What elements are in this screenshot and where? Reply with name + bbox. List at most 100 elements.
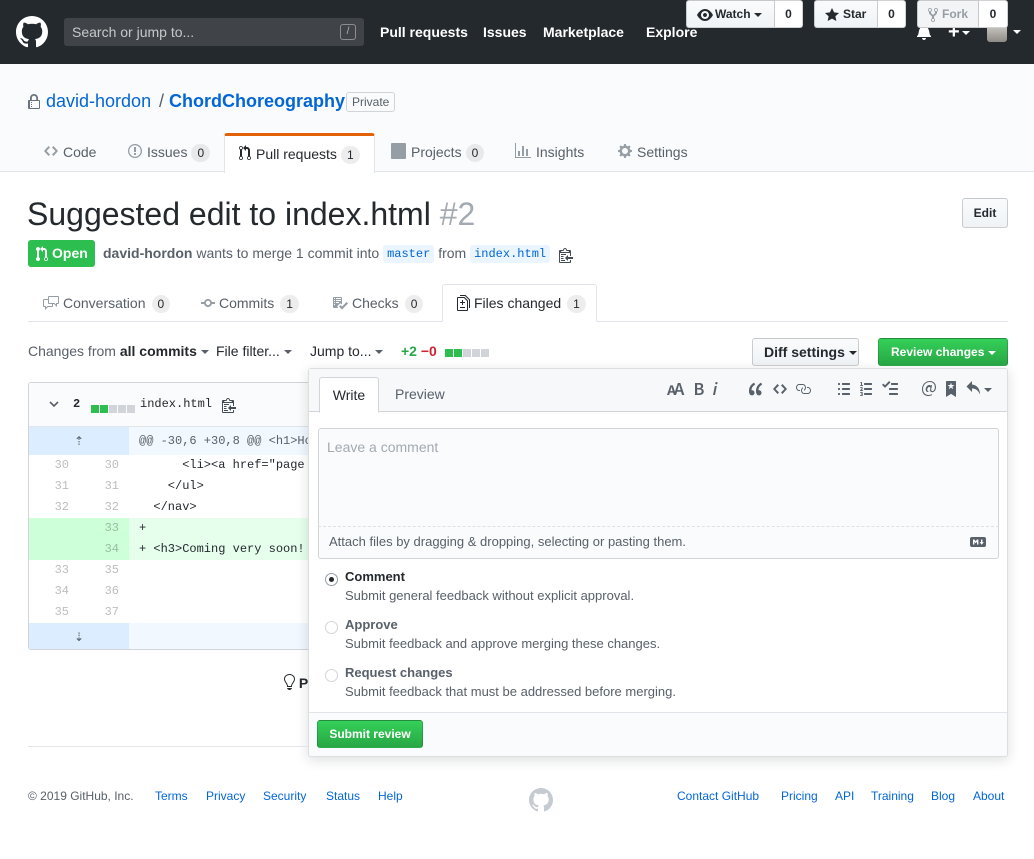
attach-files-area[interactable]: Attach files by dragging & dropping, sel…	[318, 527, 999, 559]
expand-up-icon[interactable]: ⇡	[29, 427, 129, 455]
tab-insights[interactable]: Insights	[515, 133, 584, 172]
radio-request-changes[interactable]	[325, 669, 338, 682]
new-line-number[interactable]: 30	[79, 455, 129, 476]
github-logo-icon[interactable]	[16, 16, 48, 48]
tab-issues-count: 0	[191, 144, 211, 162]
base-branch-label[interactable]: master	[383, 245, 435, 263]
fork-button[interactable]: Fork	[917, 0, 979, 28]
footer-link-help[interactable]: Help	[378, 789, 403, 803]
new-line-number[interactable]: 31	[79, 476, 129, 497]
pr-author-link[interactable]: david-hordon	[103, 245, 192, 261]
tab-projects[interactable]: Projects 0	[391, 133, 485, 172]
new-line-number[interactable]: 36	[79, 581, 129, 602]
old-line-number[interactable]: 31	[29, 476, 79, 497]
old-line-number[interactable]: 35	[29, 602, 79, 623]
search-input[interactable]: Search or jump to... /	[64, 18, 364, 46]
radio-approve[interactable]	[325, 621, 338, 634]
submit-review-button[interactable]: Submit review	[317, 720, 423, 748]
footer-link-training[interactable]: Training	[871, 789, 914, 803]
footer-link-blog[interactable]: Blog	[931, 789, 955, 803]
tab-issues[interactable]: Issues 0	[128, 133, 211, 172]
collapse-chevron-icon[interactable]	[49, 399, 59, 409]
quote-icon[interactable]	[749, 381, 763, 397]
hunk-header-row: ⇡ @@ -30,6 +30,8 @@ <h1>Ho	[29, 427, 327, 455]
head-branch-label[interactable]: index.html	[470, 245, 551, 263]
radio-comment[interactable]	[325, 573, 338, 586]
footer-link-pricing[interactable]: Pricing	[781, 789, 818, 803]
protip: P	[283, 674, 308, 691]
new-line-number[interactable]: 32	[79, 497, 129, 518]
tab-commits[interactable]: Commits 1	[201, 284, 299, 322]
clipboard-icon[interactable]	[222, 397, 236, 413]
lock-icon	[28, 94, 40, 110]
star-button[interactable]: Star	[814, 0, 878, 28]
file-filter-dropdown[interactable]: File filter...	[216, 343, 292, 359]
footer-link-contact[interactable]: Contact GitHub	[677, 789, 759, 803]
watch-count[interactable]: 0	[775, 0, 803, 28]
link-icon[interactable]	[795, 381, 811, 397]
old-line-number[interactable]: 30	[29, 455, 79, 476]
ordered-list-icon[interactable]	[860, 381, 873, 397]
comment-textarea[interactable]: Leave a comment	[318, 428, 999, 527]
fork-label: Fork	[942, 7, 969, 21]
watch-button[interactable]: Watch	[686, 0, 775, 28]
old-line-number[interactable]	[29, 518, 79, 539]
new-line-number[interactable]: 35	[79, 560, 129, 581]
old-line-number[interactable]	[29, 539, 79, 560]
tab-settings[interactable]: Settings	[618, 133, 688, 172]
footer-link-api[interactable]: API	[835, 789, 854, 803]
changes-from-dropdown[interactable]: Changes from all commits	[28, 343, 209, 359]
diff-line-code	[129, 560, 327, 581]
text-size-icon[interactable]	[667, 381, 685, 397]
expand-down-icon[interactable]: ⇣	[29, 623, 129, 649]
new-line-number[interactable]: 33	[79, 518, 129, 539]
footer-link-security[interactable]: Security	[263, 789, 306, 803]
code-icon[interactable]	[773, 381, 787, 397]
jump-to-dropdown[interactable]: Jump to...	[310, 343, 384, 359]
footer-divider	[28, 746, 308, 747]
reply-icon[interactable]	[966, 381, 992, 397]
file-name-link[interactable]: index.html	[140, 397, 212, 411]
tab-conversation[interactable]: Conversation 0	[43, 284, 171, 322]
old-line-number[interactable]: 33	[29, 560, 79, 581]
tab-preview[interactable]: Preview	[395, 377, 445, 411]
repo-name-link[interactable]: ChordChoreography	[169, 91, 345, 112]
tab-pull-requests-count: 1	[340, 146, 360, 164]
nav-pull-requests[interactable]: Pull requests	[380, 24, 468, 40]
repo-owner-link[interactable]: david-hordon	[46, 91, 151, 112]
new-line-number[interactable]: 37	[79, 602, 129, 623]
diff-line-added: 34 + <h3>Coming very soon!	[29, 539, 327, 560]
nav-issues[interactable]: Issues	[483, 24, 527, 40]
tab-code[interactable]: Code	[44, 133, 96, 172]
git-pull-request-icon	[239, 145, 251, 160]
footer-link-about[interactable]: About	[973, 789, 1004, 803]
footer-link-terms[interactable]: Terms	[155, 789, 188, 803]
old-line-number[interactable]: 34	[29, 581, 79, 602]
review-changes-button[interactable]: Review changes	[878, 338, 1008, 366]
nav-marketplace[interactable]: Marketplace	[543, 24, 624, 40]
italic-icon[interactable]	[712, 381, 718, 397]
edit-title-button[interactable]: Edit	[962, 198, 1008, 228]
clipboard-icon[interactable]	[559, 247, 573, 263]
mention-icon[interactable]	[922, 381, 936, 397]
tab-files-changed-label: Files changed	[474, 295, 562, 311]
tab-files-changed[interactable]: Files changed 1	[442, 284, 597, 322]
task-list-icon[interactable]	[882, 381, 898, 397]
bold-icon[interactable]	[694, 381, 704, 397]
star-count[interactable]: 0	[878, 0, 906, 28]
bookmark-icon[interactable]	[946, 381, 956, 397]
diff-settings-button[interactable]: Diff settings	[752, 338, 859, 366]
markdown-icon[interactable]	[970, 537, 986, 547]
light-bulb-icon	[283, 674, 295, 690]
tab-checks[interactable]: Checks 0	[332, 284, 424, 322]
diff-line-code: </ul>	[139, 479, 204, 493]
footer-link-privacy[interactable]: Privacy	[206, 789, 245, 803]
tab-pull-requests[interactable]: Pull requests 1	[224, 133, 375, 173]
unordered-list-icon[interactable]	[838, 381, 850, 397]
new-line-number[interactable]: 34	[79, 539, 129, 560]
old-line-number[interactable]: 32	[29, 497, 79, 518]
github-mark-icon[interactable]	[529, 788, 553, 812]
tab-write[interactable]: Write	[319, 377, 379, 413]
fork-count[interactable]: 0	[979, 0, 1008, 28]
footer-link-status[interactable]: Status	[326, 789, 360, 803]
